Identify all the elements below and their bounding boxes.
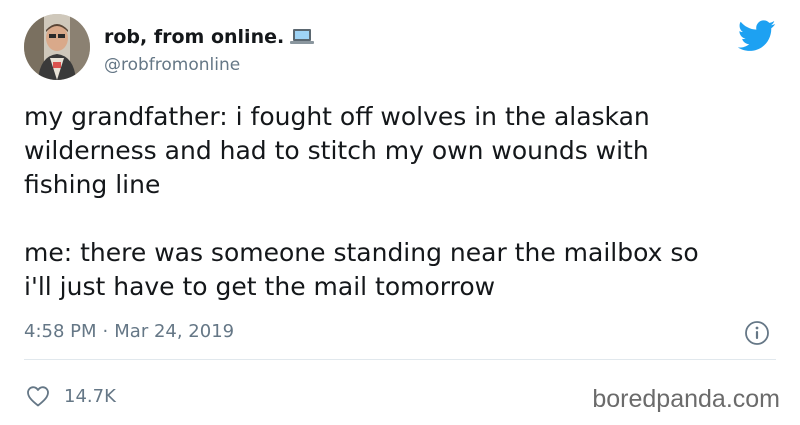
author-handle[interactable]: @robfromonline (104, 55, 240, 75)
watermark: boredpanda.com (592, 385, 780, 413)
avatar-photo (24, 14, 90, 80)
author-name-text: rob, from online. (104, 26, 285, 48)
laptop-icon (290, 28, 315, 51)
heart-icon[interactable] (26, 385, 50, 407)
tweet-text: my grandfather: i fought off wolves in t… (24, 100, 784, 304)
like-count: 14.7K (64, 386, 116, 407)
tweet-paragraph-1: my grandfather: i fought off wolves in t… (24, 102, 650, 199)
tweet-paragraph-2: me: there was someone standing near the … (24, 238, 699, 301)
avatar[interactable] (24, 14, 90, 80)
tweet-time: 4:58 PM (24, 321, 97, 342)
info-icon[interactable] (744, 320, 770, 346)
timestamp-separator: · (102, 321, 109, 342)
tweet-timestamp[interactable]: 4:58 PM · Mar 24, 2019 (24, 321, 234, 343)
twitter-bird-icon[interactable] (737, 20, 776, 52)
tweet-date: Mar 24, 2019 (114, 321, 235, 342)
divider (24, 359, 776, 360)
author-display-name[interactable]: rob, from online. (104, 26, 315, 51)
